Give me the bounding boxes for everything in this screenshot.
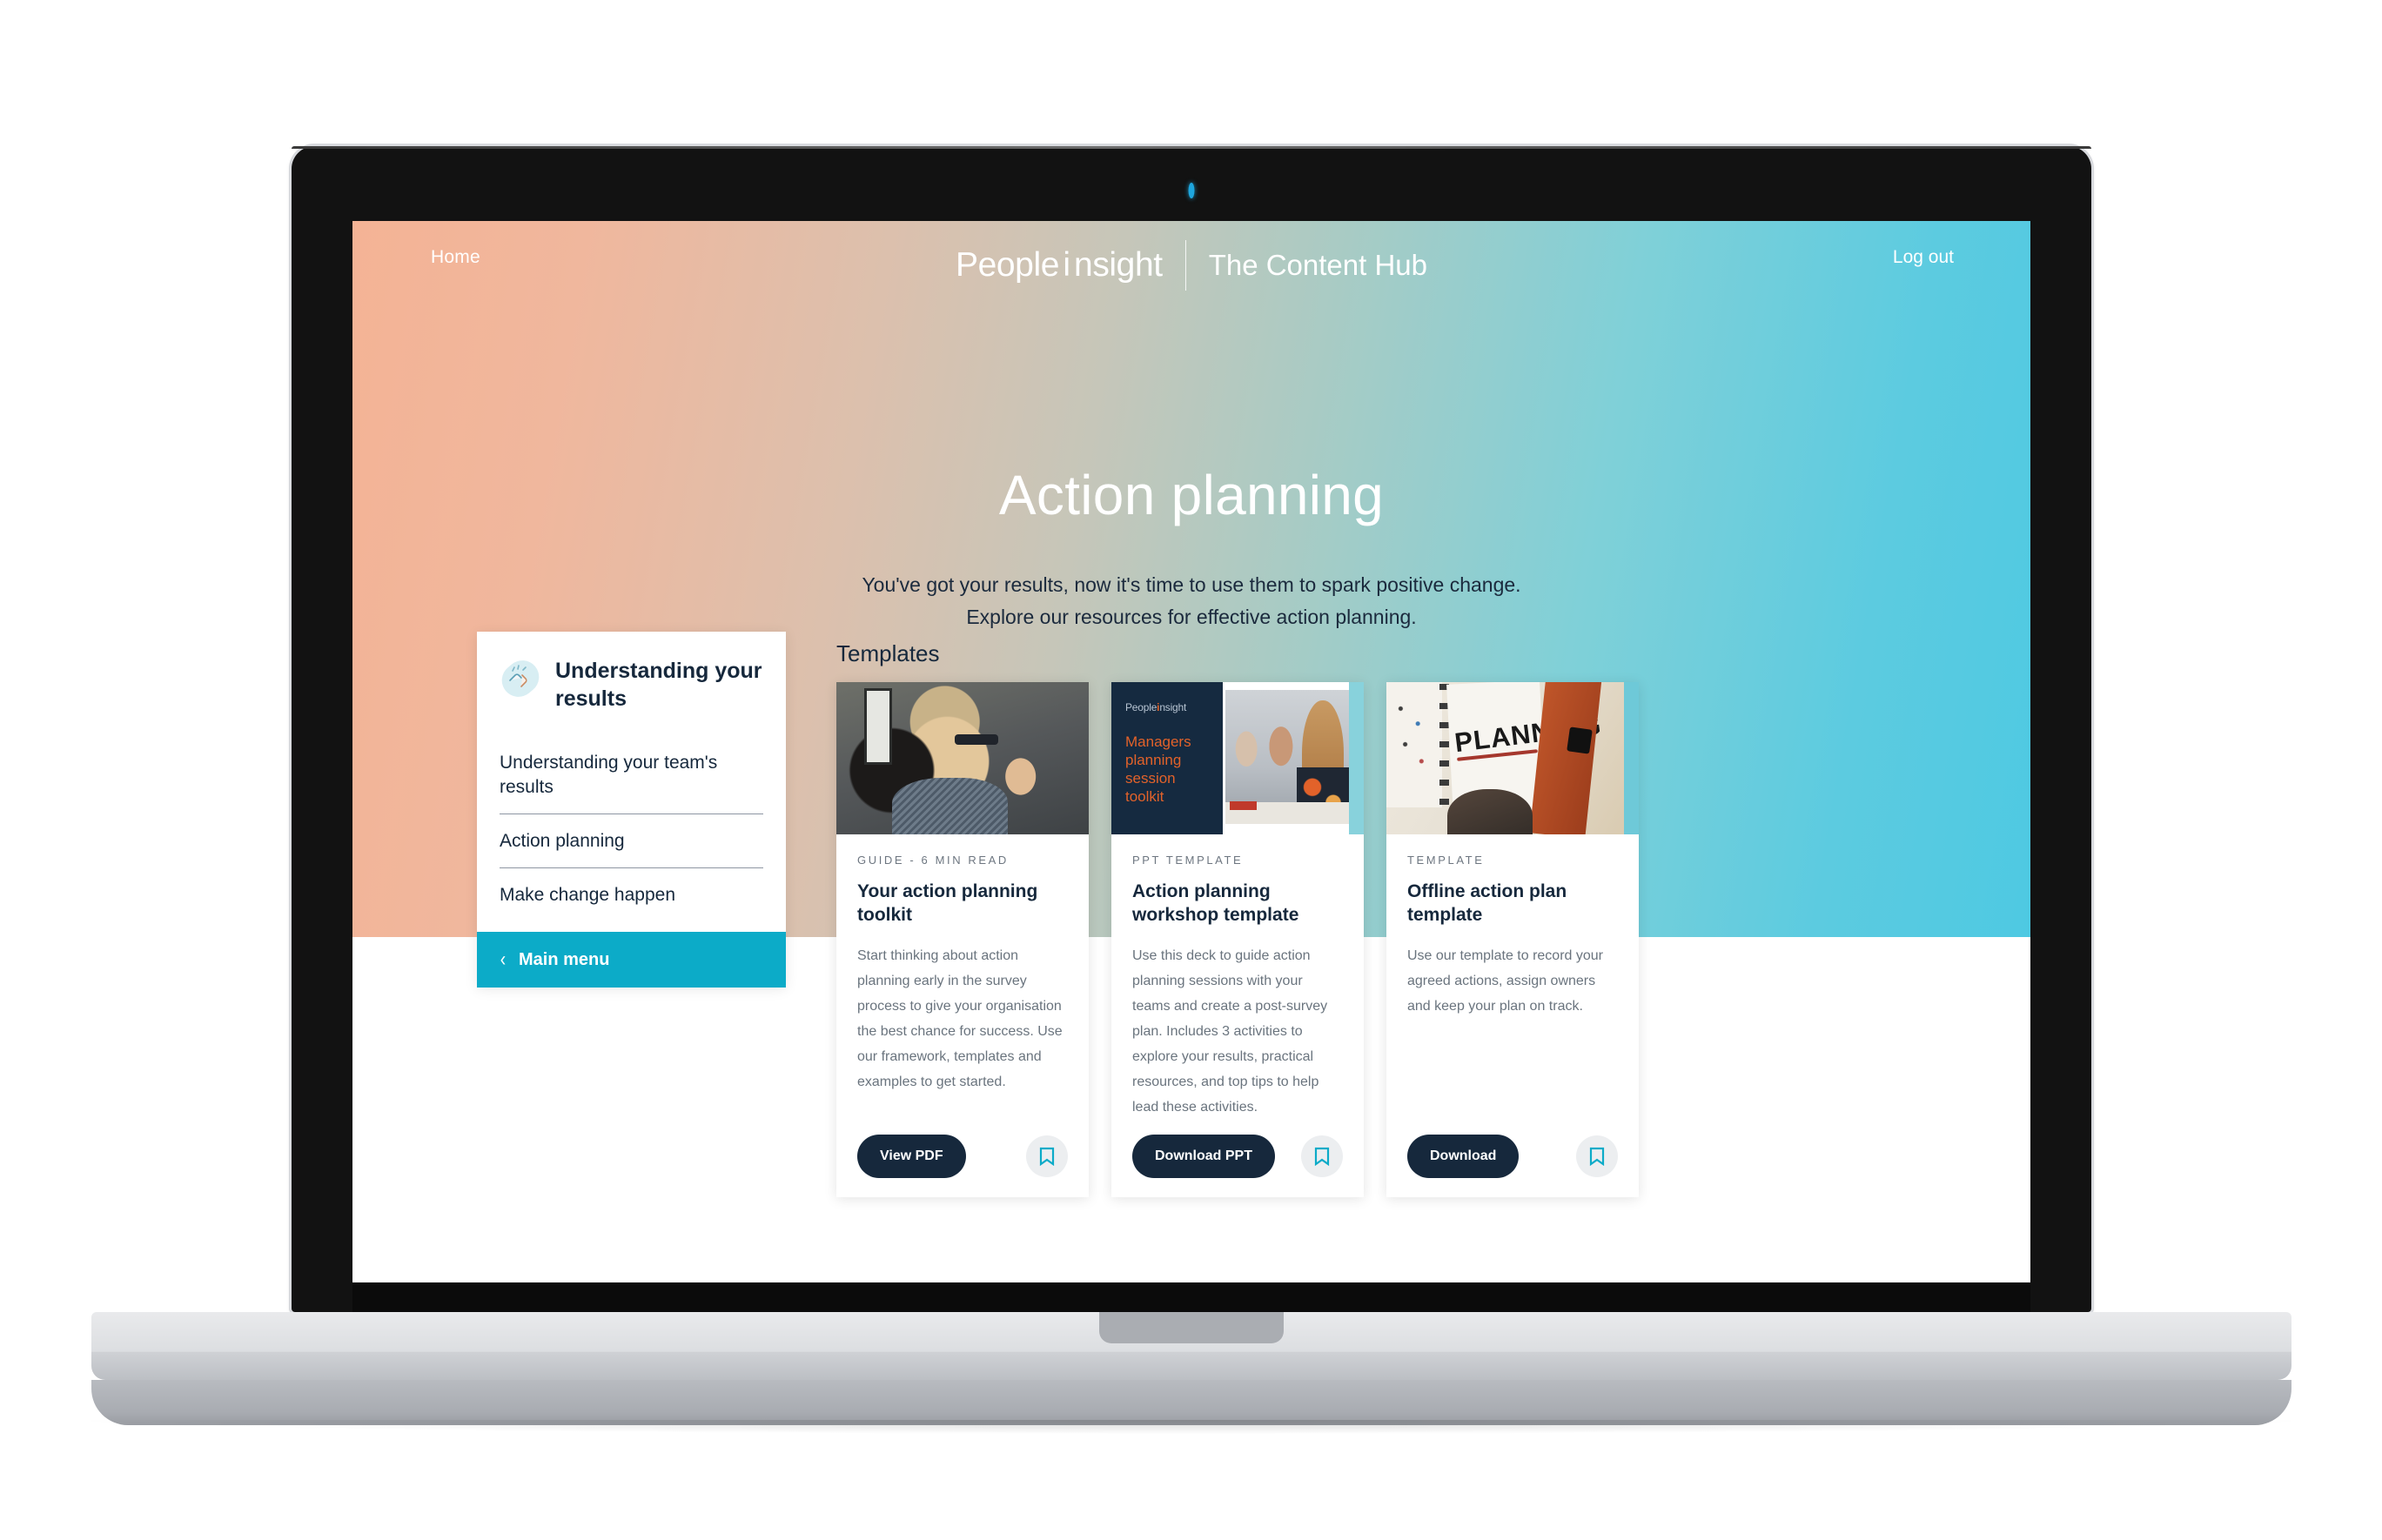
card-title: Offline action plan template: [1407, 881, 1567, 925]
download-ppt-button[interactable]: Download PPT: [1132, 1134, 1275, 1178]
template-card[interactable]: GUIDE - 6 MIN READ Your action planning …: [836, 682, 1089, 1197]
thumb-teal-edge: [1623, 682, 1639, 834]
deck-photo: [1225, 689, 1349, 824]
logo-i-glyph: i: [1063, 246, 1070, 284]
main-menu-label: Main menu: [519, 949, 610, 969]
card-title: Action planning workshop template: [1132, 881, 1299, 925]
bookmark-icon[interactable]: [1026, 1135, 1068, 1177]
page-subtitle-line-2: Explore our resources for effective acti…: [966, 606, 1417, 629]
main-menu-button[interactable]: ‹ Main menu: [477, 932, 786, 988]
brand-subtitle: The Content Hub: [1208, 249, 1428, 281]
sidebar-item-action-planning[interactable]: Action planning: [500, 814, 763, 868]
thumb-hand: [1446, 788, 1533, 834]
thumb-diagram-scribbles: [1391, 691, 1437, 786]
deck-title-panel: Peopleinsight Managers planning session …: [1111, 682, 1223, 834]
bookmark-glyph: [1589, 1147, 1605, 1166]
thumb-clip: [1566, 726, 1593, 754]
laptop-drop-shadow: [91, 1420, 2291, 1434]
laptop-mockup: Home People i nsight The Content Hub Log o…: [0, 0, 2382, 1540]
download-button[interactable]: Download: [1407, 1134, 1520, 1178]
thumb-window: [863, 688, 892, 765]
chevron-left-icon: ‹: [500, 947, 507, 971]
peopleinsight-logo[interactable]: People i nsight: [956, 246, 1163, 285]
card-footer: Download PPT: [1111, 1121, 1364, 1197]
bookmark-icon[interactable]: [1576, 1135, 1618, 1177]
sidebar-card-title: Understanding your results: [555, 659, 762, 711]
bookmark-glyph: [1039, 1147, 1055, 1166]
card-eyebrow: GUIDE - 6 MIN READ: [857, 854, 1009, 867]
section-heading-templates: Templates: [836, 640, 940, 666]
brand-lockup[interactable]: People i nsight The Content Hub: [956, 240, 1427, 291]
page-title: Action planning: [998, 464, 1385, 526]
card-description: Use our template to record your agreed a…: [1407, 947, 1603, 1014]
thumb-red-book: [1230, 800, 1258, 811]
laptop-base-lip: [91, 1380, 2291, 1425]
page-subtitle-line-1: You've got your results, now it's time t…: [862, 573, 1521, 596]
sidebar-item-make-change-happen[interactable]: Make change happen: [500, 868, 763, 921]
card-body: TEMPLATE Offline action plan template Us…: [1386, 834, 1639, 1121]
card-footer: Download: [1386, 1121, 1639, 1197]
brand-divider: [1184, 240, 1186, 291]
web-page: Home People i nsight The Content Hub Log o…: [352, 221, 2030, 1282]
sidebar-item-understanding-your-teams-results[interactable]: Understanding your team's results: [500, 736, 763, 814]
thumb-glasses: [955, 733, 998, 745]
sidebar-card-header: Understanding your results: [477, 632, 786, 720]
sidebar-card: Understanding your results Understanding…: [477, 632, 786, 988]
deck-headline: Managers planning session toolkit: [1125, 733, 1191, 806]
deck-logo: Peopleinsight: [1125, 701, 1209, 713]
card-thumbnail-image: PLANNING: [1386, 682, 1639, 834]
template-card-grid: GUIDE - 6 MIN READ Your action planning …: [836, 682, 1639, 1197]
card-thumbnail-image: Peopleinsight Managers planning session …: [1111, 682, 1364, 834]
template-card[interactable]: PLANNING TEMPLATE Offline action plan te…: [1386, 682, 1639, 1197]
nav-home-link[interactable]: Home: [431, 247, 480, 268]
nav-logout-link[interactable]: Log out: [1893, 247, 1954, 268]
template-card[interactable]: Peopleinsight Managers planning session …: [1111, 682, 1364, 1197]
laptop-screen: Home People i nsight The Content Hub Log o…: [352, 221, 2030, 1282]
laptop-hinge-notch: [1098, 1312, 1284, 1343]
card-title: Your action planning toolkit: [857, 881, 1038, 925]
view-pdf-button[interactable]: View PDF: [857, 1134, 966, 1178]
card-description: Start thinking about action planning ear…: [857, 947, 1063, 1090]
screen-bottom-bezel: [352, 1282, 2030, 1312]
logo-suffix: nsight: [1074, 246, 1163, 284]
bookmark-glyph: [1314, 1147, 1330, 1166]
deck-logo-prefix: People: [1125, 701, 1157, 713]
thumb-shirt: [891, 778, 1009, 834]
webcam-indicator-icon: [1188, 183, 1194, 198]
card-footer: View PDF: [836, 1121, 1089, 1197]
logo-prefix: People: [955, 246, 1060, 284]
card-description: Use this deck to guide action planning s…: [1132, 947, 1328, 1115]
sidebar-links: Understanding your team's results Action…: [477, 720, 786, 933]
thumb-teal-edge: [1348, 682, 1364, 834]
bookmark-icon[interactable]: [1301, 1135, 1343, 1177]
card-eyebrow: PPT TEMPLATE: [1132, 854, 1244, 867]
page-subtitle: You've got your results, now it's time t…: [352, 569, 2030, 634]
card-body: PPT TEMPLATE Action planning workshop te…: [1111, 834, 1364, 1121]
card-body: GUIDE - 6 MIN READ Your action planning …: [836, 834, 1089, 1121]
card-eyebrow: TEMPLATE: [1407, 854, 1485, 867]
card-thumbnail-image: [836, 682, 1089, 834]
fist-bump-plaster-icon: [494, 653, 547, 704]
lid-top-highlight: [292, 146, 2091, 149]
deck-logo-suffix: nsight: [1159, 701, 1187, 713]
